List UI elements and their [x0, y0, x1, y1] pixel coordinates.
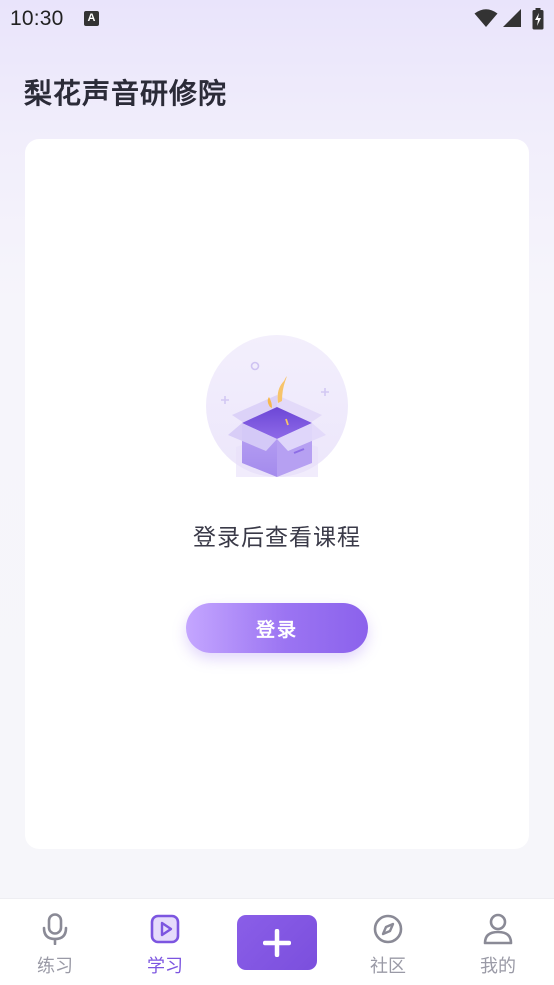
notification-a-icon: A — [84, 11, 99, 26]
status-time: 10:30 — [10, 7, 64, 30]
nav-item-study[interactable]: 学习 — [110, 899, 220, 985]
plus-icon — [263, 929, 291, 957]
nav-label-community: 社区 — [370, 956, 406, 977]
notification-a-letter: A — [87, 12, 96, 24]
user-icon — [483, 913, 513, 945]
nav-label-study: 学习 — [147, 956, 183, 977]
nav-item-practice[interactable]: 练习 — [0, 899, 110, 985]
wifi-icon — [474, 9, 498, 27]
status-bar: 10:30 A — [0, 0, 554, 38]
signal-icon — [503, 9, 521, 27]
nav-item-community[interactable]: 社区 — [333, 899, 443, 985]
courses-card — [25, 139, 529, 849]
open-box-icon — [206, 335, 348, 477]
empty-state-message: 登录后查看课程 — [193, 525, 361, 551]
nav-item-mine[interactable]: 我的 — [443, 899, 553, 985]
battery-charging-icon — [532, 8, 544, 30]
nav-label-practice: 练习 — [37, 956, 73, 977]
compass-icon — [373, 914, 403, 944]
bottom-nav: 练习 学习 社区 我的 — [0, 898, 554, 985]
video-play-icon — [150, 914, 180, 944]
microphone-icon — [42, 913, 68, 945]
nav-label-mine: 我的 — [480, 956, 516, 977]
add-button[interactable] — [237, 915, 317, 970]
page-title: 梨花声音研修院 — [24, 77, 228, 110]
login-button[interactable]: 登录 — [186, 603, 368, 653]
